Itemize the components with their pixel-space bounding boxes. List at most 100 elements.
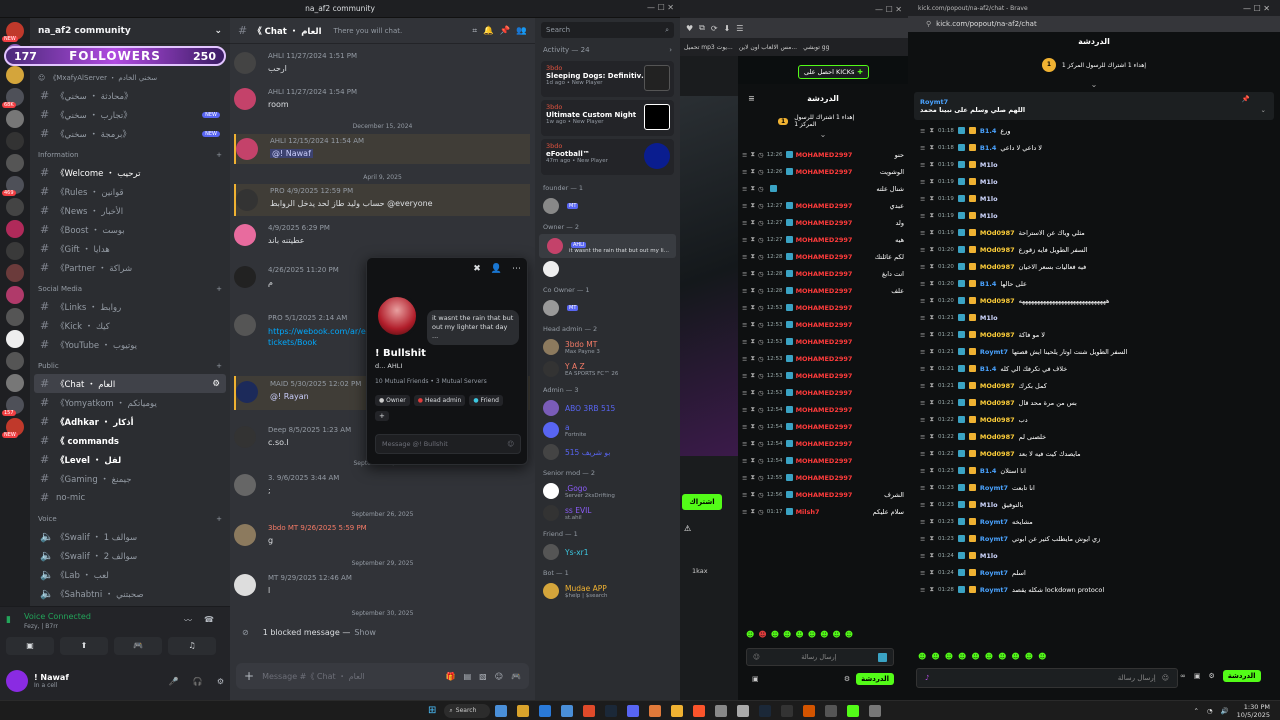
popout-chat-line[interactable]: ≡ ⧗ 01:21 MOd0987 بس من مرة محد قال (908, 394, 1280, 411)
kick-chat-line[interactable]: ≡ ⧗ ◷ 12:26 MOHAMED2997 حنو (738, 146, 908, 163)
popout-chat-line[interactable]: ≡ ⧗ 01:19 MOd0987 مثلي وياك عن الاستراحة (908, 224, 1280, 241)
message-user[interactable]: MOd0987 (980, 399, 1015, 407)
member-item[interactable]: بو شريف 515 (535, 441, 680, 463)
emote-picker-icon[interactable]: ☺ (753, 653, 760, 661)
kick-chat-line[interactable]: ≡ ⧗ ◷ 12:56 MOHAMED2997 الشرف (738, 486, 908, 503)
reply-icon[interactable]: ≡ (920, 501, 925, 509)
app-icon[interactable] (781, 704, 794, 717)
popout-chat-line[interactable]: ≡ ⧗ 01:21 B1.4 خلاف في تكرفك الي كله (908, 360, 1280, 377)
chevron-down-icon[interactable]: ⌄ (908, 80, 1280, 92)
member-item[interactable]: 3bdo MT Max Payne 3 (535, 336, 680, 358)
bookmark-link[interactable]: تحميل mp3 يوت... (684, 44, 733, 51)
popout-chat-line[interactable]: ≡ ⧗ 01:20 MOd0987 فيه فعاليات بسعر الاخيان (908, 258, 1280, 275)
reply-icon[interactable]: ≡ (920, 416, 925, 424)
app-icon[interactable] (583, 704, 596, 717)
message-user[interactable]: B1.4 (980, 365, 996, 373)
emote-icon[interactable]: ☻ (971, 652, 979, 661)
message-user[interactable]: MOHAMED2997 (796, 338, 853, 346)
message[interactable]: AHLI 11/27/2024 1:54 PM room (234, 88, 530, 112)
message-user[interactable]: MOd0987 (980, 263, 1015, 271)
message-user[interactable]: M1lo (980, 178, 998, 186)
emote-icon[interactable]: ☻ (1025, 652, 1033, 661)
app-icon[interactable] (825, 704, 838, 717)
chat-send-button[interactable]: الدردشة (1222, 670, 1261, 682)
app-icon[interactable] (803, 704, 816, 717)
message-user[interactable]: Roymt7 (980, 518, 1008, 526)
disconnect-icon[interactable]: ☎ (204, 615, 214, 624)
channel-item[interactable]: # 《Kick ・ كيك (30, 316, 230, 335)
user-info[interactable]: ! Nawaf In a cell (34, 673, 69, 689)
popout-chat-line[interactable]: ≡ ⧗ 01:20 B1.4 على حالها (908, 275, 1280, 292)
chevron-up-icon[interactable]: ⌃ (1193, 707, 1198, 715)
app-icon[interactable] (649, 704, 662, 717)
message-user[interactable]: M1lo (980, 501, 998, 509)
popout-chat-line[interactable]: ≡ ⧗ 01:20 MOd0987 السفر الطويل فايه زقورع (908, 241, 1280, 258)
reply-icon[interactable]: ≡ (920, 586, 925, 594)
emote-icon[interactable]: ☻ (945, 652, 953, 661)
kick-chat-line[interactable]: ≡ ⧗ ◷ 12:28 MOHAMED2997 لكم عائلتك (738, 248, 908, 265)
server-icon[interactable] (6, 308, 24, 326)
popout-chat-line[interactable]: ≡ ⧗ 01:23 M1lo بالتوفيق (908, 496, 1280, 513)
profile-avatar[interactable] (375, 294, 419, 338)
kick-chat-line[interactable]: ≡ ⧗ ◷ 12:54 MOHAMED2997 (738, 435, 908, 452)
get-kicks-button[interactable]: احصل على KICKs ✚ (798, 65, 869, 79)
chevron-down-icon[interactable]: ⌄ (738, 130, 908, 146)
sticker-icon[interactable]: ▧ (479, 672, 487, 681)
message-user[interactable]: M1lo (980, 552, 998, 560)
reply-icon[interactable]: ≡ (920, 195, 925, 203)
emote-icon[interactable]: ☻ (931, 652, 939, 661)
reply-icon[interactable]: ≡ (920, 297, 925, 305)
chat-input[interactable]: ♪ إرسال رسالة ☺ (916, 668, 1178, 688)
pin-icon[interactable]: 📌 (500, 26, 511, 36)
member-item[interactable]: MT (535, 195, 680, 217)
avatar[interactable] (236, 189, 258, 211)
reply-icon[interactable]: ≡ (742, 236, 747, 244)
reply-icon[interactable]: ≡ (920, 314, 925, 322)
channel-category[interactable]: ☺ 《MxafyAlServer ・ سخني الخادم (30, 70, 230, 86)
server-icon[interactable]: 469 (2, 176, 24, 196)
server-icon[interactable] (6, 286, 24, 304)
reply-icon[interactable]: ≡ (920, 569, 925, 577)
camera-button[interactable]: ▣ (6, 637, 54, 655)
gear-icon[interactable]: ⚙ (844, 675, 850, 683)
message-user[interactable]: B1.4 (980, 280, 996, 288)
message-user[interactable]: MOd0987 (980, 229, 1015, 237)
extension-icon[interactable]: ☰ (736, 24, 743, 33)
server-icon[interactable] (6, 66, 24, 84)
message-user[interactable]: MOd0987 (980, 450, 1015, 458)
reply-icon[interactable]: ≡ (742, 457, 747, 465)
message-user[interactable]: MOHAMED2997 (796, 304, 853, 312)
kick-chat-line[interactable]: ≡ ⧗ ◷ 12:53 MOHAMED2997 (738, 367, 908, 384)
app-icon[interactable] (693, 704, 706, 717)
message[interactable]: 3. 9/6/2025 3:44 AM; (234, 474, 530, 500)
reply-icon[interactable]: ≡ (742, 440, 747, 448)
app-icon[interactable] (561, 704, 574, 717)
channel-item[interactable]: # 《Partner ・ شراكة (30, 258, 230, 277)
emote-icon[interactable]: ☻ (998, 652, 1006, 661)
avatar[interactable] (234, 524, 256, 546)
reply-icon[interactable]: ≡ (920, 365, 925, 373)
window-controls[interactable]: — ☐ ✕ (875, 5, 902, 14)
search-input[interactable]: Search ⌕ (541, 22, 674, 38)
popout-chat-line[interactable]: ≡ ⧗ 01:23 B1.4 انا استلان (908, 462, 1280, 479)
reply-icon[interactable]: ≡ (742, 253, 747, 261)
emote-icon[interactable]: ☻ (758, 630, 766, 639)
kick-chat-line[interactable]: ≡ ⧗ ◷ شنال علته (738, 180, 908, 197)
avatar[interactable] (236, 138, 258, 160)
activity-card[interactable]: 3bdo Sleeping Dogs: Definitive E... 1d ago… (541, 61, 674, 97)
noise-suppression-icon[interactable]: 〰 (184, 615, 192, 626)
message-user[interactable]: MOd0987 (980, 416, 1015, 424)
channel-item[interactable]: # 《Gift ・ هدايا (30, 239, 230, 258)
kick-chat-line[interactable]: ≡ ⧗ ◷ 12:54 MOHAMED2997 (738, 452, 908, 469)
message-user[interactable]: MOHAMED2997 (796, 236, 853, 244)
kick-chat-line[interactable]: ≡ ⧗ ◷ 12:55 MOHAMED2997 (738, 469, 908, 486)
server-icon[interactable] (6, 110, 24, 128)
avatar[interactable] (234, 314, 256, 336)
popout-chat-line[interactable]: ≡ ⧗ 01:21 MOd0987 لا مو فاكة (908, 326, 1280, 343)
message-composer[interactable]: + Message #《 Chat ・ العام 🎁 ▤ ▧ ☺ 🎮 (236, 663, 529, 689)
reply-icon[interactable]: ≡ (742, 491, 747, 499)
channel-item-chat-active[interactable]: # 《Chat ・ العام ⚙ (34, 374, 226, 393)
reply-icon[interactable]: ≡ (920, 433, 925, 441)
message-user[interactable]: Roymt7 (980, 569, 1008, 577)
reply-icon[interactable]: ≡ (920, 144, 925, 152)
